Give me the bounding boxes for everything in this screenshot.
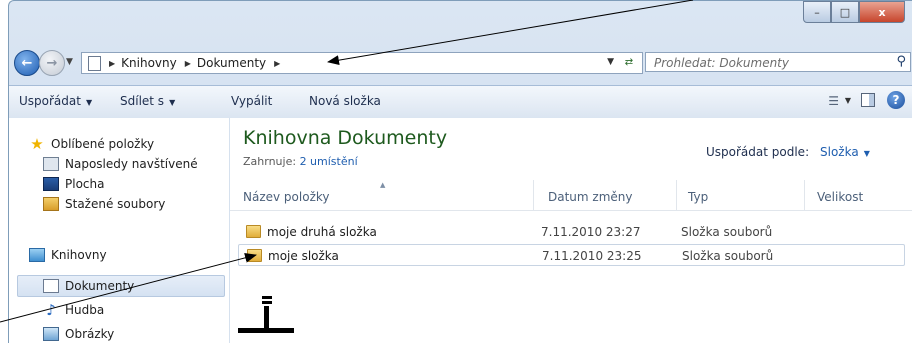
table-row[interactable]: moje složka 7.11.2010 23:25 Složka soubo…	[238, 244, 905, 266]
document-icon	[88, 55, 101, 71]
sidebar-item-label: Plocha	[65, 177, 105, 191]
share-button[interactable]: Sdílet s ▼	[120, 94, 175, 108]
search-input[interactable]	[646, 53, 886, 73]
document-icon	[43, 279, 59, 293]
address-bar[interactable]: ▶ Knihovny ▶ Dokumenty ▶ ▼ ⇄	[81, 52, 643, 74]
sidebar-item-libraries[interactable]: Knihovny	[29, 245, 107, 265]
sort-ascending-icon: ▲	[380, 181, 386, 189]
arrow-right-icon: →	[46, 55, 58, 71]
help-icon[interactable]: ?	[887, 91, 905, 109]
close-button[interactable]: x	[859, 1, 905, 23]
table-row[interactable]: moje druhá složka 7.11.2010 23:27 Složka…	[238, 221, 905, 243]
row-date: 7.11.2010 23:27	[541, 225, 641, 239]
close-icon: x	[878, 5, 886, 19]
row-name: moje složka	[268, 249, 339, 263]
sidebar-item-label: Stažené soubory	[65, 197, 166, 211]
column-header-type[interactable]: Typ	[688, 190, 708, 204]
sidebar-item-recent[interactable]: Naposledy navštívené	[43, 154, 198, 174]
row-date: 7.11.2010 23:25	[542, 249, 642, 263]
history-dropdown-icon[interactable]: ▼	[66, 57, 73, 67]
chevron-right-icon[interactable]: ▶	[274, 59, 280, 68]
arrange-by-dropdown[interactable]: Složka ▼	[820, 145, 870, 159]
share-label: Sdílet s	[120, 94, 165, 108]
sidebar-item-music[interactable]: ♪ Hudba	[43, 300, 104, 320]
sidebar-item-desktop[interactable]: Plocha	[43, 174, 104, 194]
page-title: Knihovna Dokumenty	[243, 127, 448, 149]
libraries-icon	[29, 248, 45, 262]
row-name: moje druhá složka	[267, 225, 377, 239]
maximize-button[interactable]: □	[831, 1, 859, 23]
search-icon[interactable]: ⚲	[896, 54, 906, 69]
column-header-name[interactable]: Název položky	[243, 190, 329, 204]
row-type: Složka souborů	[682, 249, 774, 263]
sidebar-item-label: Dokumenty	[65, 279, 135, 293]
navigation-pane: ★ Oblíbené položky Naposledy navštívené …	[9, 118, 230, 343]
column-divider[interactable]	[533, 180, 534, 210]
preview-pane-icon[interactable]	[861, 93, 875, 107]
row-type: Složka souborů	[681, 225, 773, 239]
back-button[interactable]: ←	[14, 50, 40, 76]
chevron-right-icon[interactable]: ▶	[109, 59, 115, 68]
chevron-down-icon: ▼	[169, 98, 176, 107]
sidebar-item-favorites[interactable]: ★ Oblíbené položky	[29, 134, 154, 154]
arrange-by-label: Uspořádat podle:	[706, 145, 810, 159]
address-row: ← → ▼ ▶ Knihovny ▶ Dokumenty ▶ ▼ ⇄ ⚲	[9, 45, 912, 81]
column-divider[interactable]	[804, 180, 805, 210]
column-header-date[interactable]: Datum změny	[548, 190, 633, 204]
sidebar-item-label: Knihovny	[51, 248, 107, 262]
folder-icon	[246, 225, 261, 238]
breadcrumb-libraries[interactable]: Knihovny	[121, 56, 177, 70]
arrange-by-value: Složka	[820, 145, 859, 159]
content-pane: Knihovna Dokumenty Zahrnuje: 2 umístění …	[230, 118, 912, 343]
column-header-size[interactable]: Velikost	[817, 190, 863, 204]
sidebar-item-documents[interactable]: Dokumenty	[43, 276, 134, 296]
minimize-button[interactable]: –	[803, 1, 831, 23]
star-icon: ★	[30, 135, 44, 153]
chevron-down-icon[interactable]: ▼	[845, 96, 851, 105]
column-divider[interactable]	[676, 180, 677, 210]
sidebar-item-label: Hudba	[65, 303, 105, 317]
sidebar-item-label: Obrázky	[65, 327, 115, 341]
address-dropdown-icon[interactable]: ▼	[607, 57, 614, 67]
view-options-icon[interactable]: ☰	[828, 94, 839, 108]
column-header-row: ▲ Název položky Datum změny Typ Velikost	[230, 180, 912, 211]
new-folder-button[interactable]: Nová složka	[309, 94, 381, 108]
refresh-icon[interactable]: ⇄	[620, 55, 638, 69]
window-caption-buttons: – □ x	[803, 1, 905, 23]
burn-button[interactable]: Vypálit	[231, 94, 272, 108]
chevron-down-icon: ▼	[863, 149, 870, 158]
command-bar: Uspořádat ▼ Sdílet s ▼ Vypálit Nová složka…	[9, 85, 912, 119]
search-box[interactable]: ⚲	[645, 52, 911, 73]
explorer-window: – □ x ← → ▼ ▶ Knihovny ▶ Dokumenty ▶ ▼ ⇄…	[8, 0, 912, 343]
breadcrumb-documents[interactable]: Dokumenty	[197, 56, 266, 70]
arrow-left-icon: ←	[21, 55, 33, 71]
library-includes: Zahrnuje: 2 umístění	[243, 155, 358, 168]
desktop-icon	[43, 177, 59, 191]
folder-icon	[247, 249, 262, 262]
chevron-right-icon[interactable]: ▶	[185, 59, 191, 68]
music-icon: ♪	[46, 301, 56, 319]
organize-button[interactable]: Uspořádat ▼	[19, 94, 92, 108]
includes-label: Zahrnuje:	[243, 155, 297, 168]
pictures-icon	[43, 327, 59, 341]
chevron-down-icon: ▼	[85, 98, 93, 107]
library-locations-link[interactable]: 2 umístění	[300, 155, 358, 168]
sidebar-item-pictures[interactable]: Obrázky	[43, 324, 114, 343]
recent-places-icon	[43, 157, 59, 171]
forward-button[interactable]: →	[39, 50, 65, 76]
organize-label: Uspořádat	[19, 94, 81, 108]
downloads-folder-icon	[43, 197, 59, 211]
sidebar-item-downloads[interactable]: Stažené soubory	[43, 194, 165, 214]
minimize-icon: –	[814, 5, 820, 19]
sidebar-item-label: Naposledy navštívené	[65, 157, 198, 171]
sidebar-item-label: Oblíbené položky	[51, 137, 155, 151]
maximize-icon: □	[839, 5, 851, 19]
